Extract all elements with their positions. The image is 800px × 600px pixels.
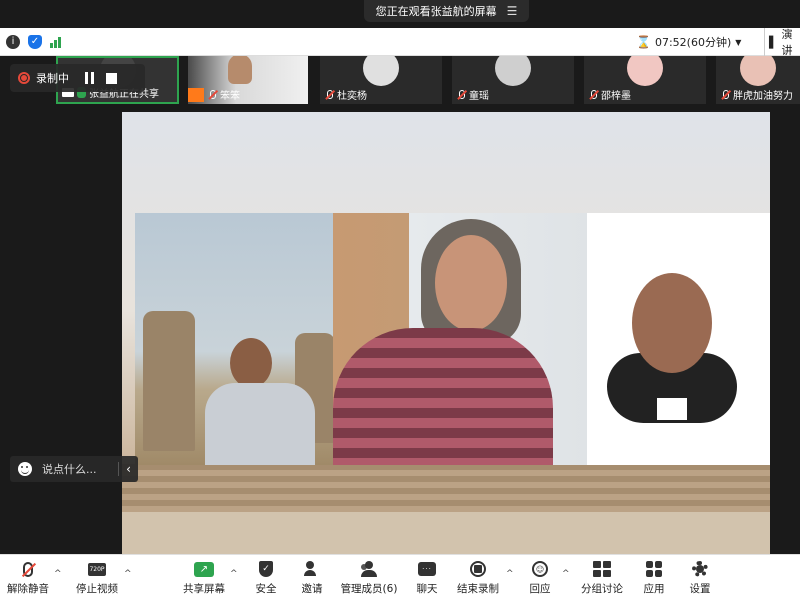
chat-button[interactable]: ··· 聊天 [412,557,442,599]
meeting-window: 您正在观看张益航的屏幕 ☰ i ✓ ⌛ 07:52(60分钟) ▼ ▌ 演讲 张… [0,0,800,600]
avatar [228,56,252,84]
chevron-left-icon[interactable]: ‹ [118,462,138,476]
person-body [205,383,315,465]
apps-icon [646,561,662,577]
manage-members-button[interactable]: 管理成员(6) [338,557,400,599]
menu-icon[interactable]: ☰ [507,4,518,18]
shield-icon: ✓ [259,561,273,577]
photo-man-with-statues [135,213,333,465]
recording-label: 录制中 [36,72,69,85]
chevron-up-icon[interactable]: ^ [124,569,132,579]
members-icon [359,561,379,577]
mic-muted-icon [588,89,598,100]
reactions-button[interactable]: ☺ 回应 [524,557,556,599]
person-face [632,273,712,373]
end-recording-button[interactable]: 结束录制 [454,557,502,599]
screen-share-banner[interactable]: 您正在观看张益航的屏幕 ☰ [364,0,529,22]
share-screen-button[interactable]: ↗ 共享屏幕 [180,557,228,599]
avatar [363,56,399,86]
security-button[interactable]: ✓ 安全 [250,557,282,599]
banner-text: 您正在观看张益航的屏幕 [375,5,497,18]
participant-label: 杜奕杨 [324,87,367,102]
meeting-timer[interactable]: ⌛ 07:52(60分钟) ▼ [636,28,741,56]
recording-indicator: 录制中 [10,64,145,92]
user-icon [188,87,204,102]
participant-tile[interactable]: 杜奕杨 [320,56,442,104]
chevron-up-icon[interactable]: ^ [506,569,514,579]
settings-button[interactable]: 设置 [684,557,716,599]
statue [143,311,195,451]
layout-icon: ▌ [769,35,778,49]
breakout-icon [593,561,611,577]
signal-icon[interactable] [50,36,64,48]
avatar [627,56,663,86]
chat-icon: ··· [418,562,436,576]
invite-button[interactable]: 邀请 [296,557,328,599]
participant-tile[interactable]: 邵梓墨 [584,56,706,104]
mic-muted-icon [23,561,33,577]
mic-muted-icon [720,89,730,100]
desert-sand [122,512,770,554]
mic-muted-icon [324,89,334,100]
chevron-down-icon: ▼ [735,37,742,47]
chat-input-box[interactable]: 说点什么... ‹ [10,456,138,482]
participant-label: 童瑶 [456,87,489,102]
person-head [230,338,272,388]
stop-record-icon [470,561,486,577]
mic-muted-icon [456,89,466,100]
avatar [740,56,776,86]
emoji-icon[interactable] [18,462,32,476]
chevron-up-icon[interactable]: ^ [54,569,62,579]
record-icon [18,72,30,84]
participant-tile[interactable]: 童瑶 [452,56,574,104]
participant-label: 笨笨 [188,87,240,102]
speaker-view-button[interactable]: ▌ 演讲 [764,28,800,57]
person-body [333,328,553,465]
shield-icon[interactable]: ✓ [28,34,42,49]
photo-man-portrait [587,213,770,465]
share-screen-icon: ↗ [194,561,214,577]
bottom-toolbar: 解除静音 ^ 720P 停止视频 ^ ↗ 共享屏幕 ^ ✓ 安全 邀请 管理成员… [0,554,800,600]
photo-woman-smiling [333,213,587,465]
top-bar: i ✓ ⌛ 07:52(60分钟) ▼ ▌ 演讲 [0,28,800,57]
reaction-icon: ☺ [532,561,548,577]
shirt-collar [657,398,687,420]
pause-recording-button[interactable] [85,72,94,84]
participant-tile[interactable]: 胖虎加油努力 [716,56,800,104]
stop-recording-button[interactable] [106,72,117,84]
chevron-up-icon[interactable]: ^ [562,569,570,579]
apps-button[interactable]: 应用 [638,557,670,599]
breakout-rooms-button[interactable]: 分组讨论 [578,557,626,599]
timer-text: 07:52(60分钟) [654,36,732,49]
shared-screen [122,112,770,554]
add-user-icon [304,561,320,577]
video-camera-icon: 720P [88,562,106,576]
mic-muted-icon [207,89,217,100]
chevron-up-icon[interactable]: ^ [230,569,238,579]
participant-label: 邵梓墨 [588,87,631,102]
participant-tile[interactable]: 笨笨 [188,56,308,104]
info-icon[interactable]: i [6,34,20,49]
person-face [435,235,507,331]
avatar [495,56,531,86]
stop-video-button[interactable]: 720P 停止视频 [72,557,122,599]
participant-label: 胖虎加油努力 [720,87,793,102]
unmute-button[interactable]: 解除静音 [4,557,52,599]
view-label: 演讲 [781,28,793,57]
chat-placeholder: 说点什么... [42,463,97,476]
gear-icon [692,561,708,577]
hourglass-icon: ⌛ [636,35,651,49]
